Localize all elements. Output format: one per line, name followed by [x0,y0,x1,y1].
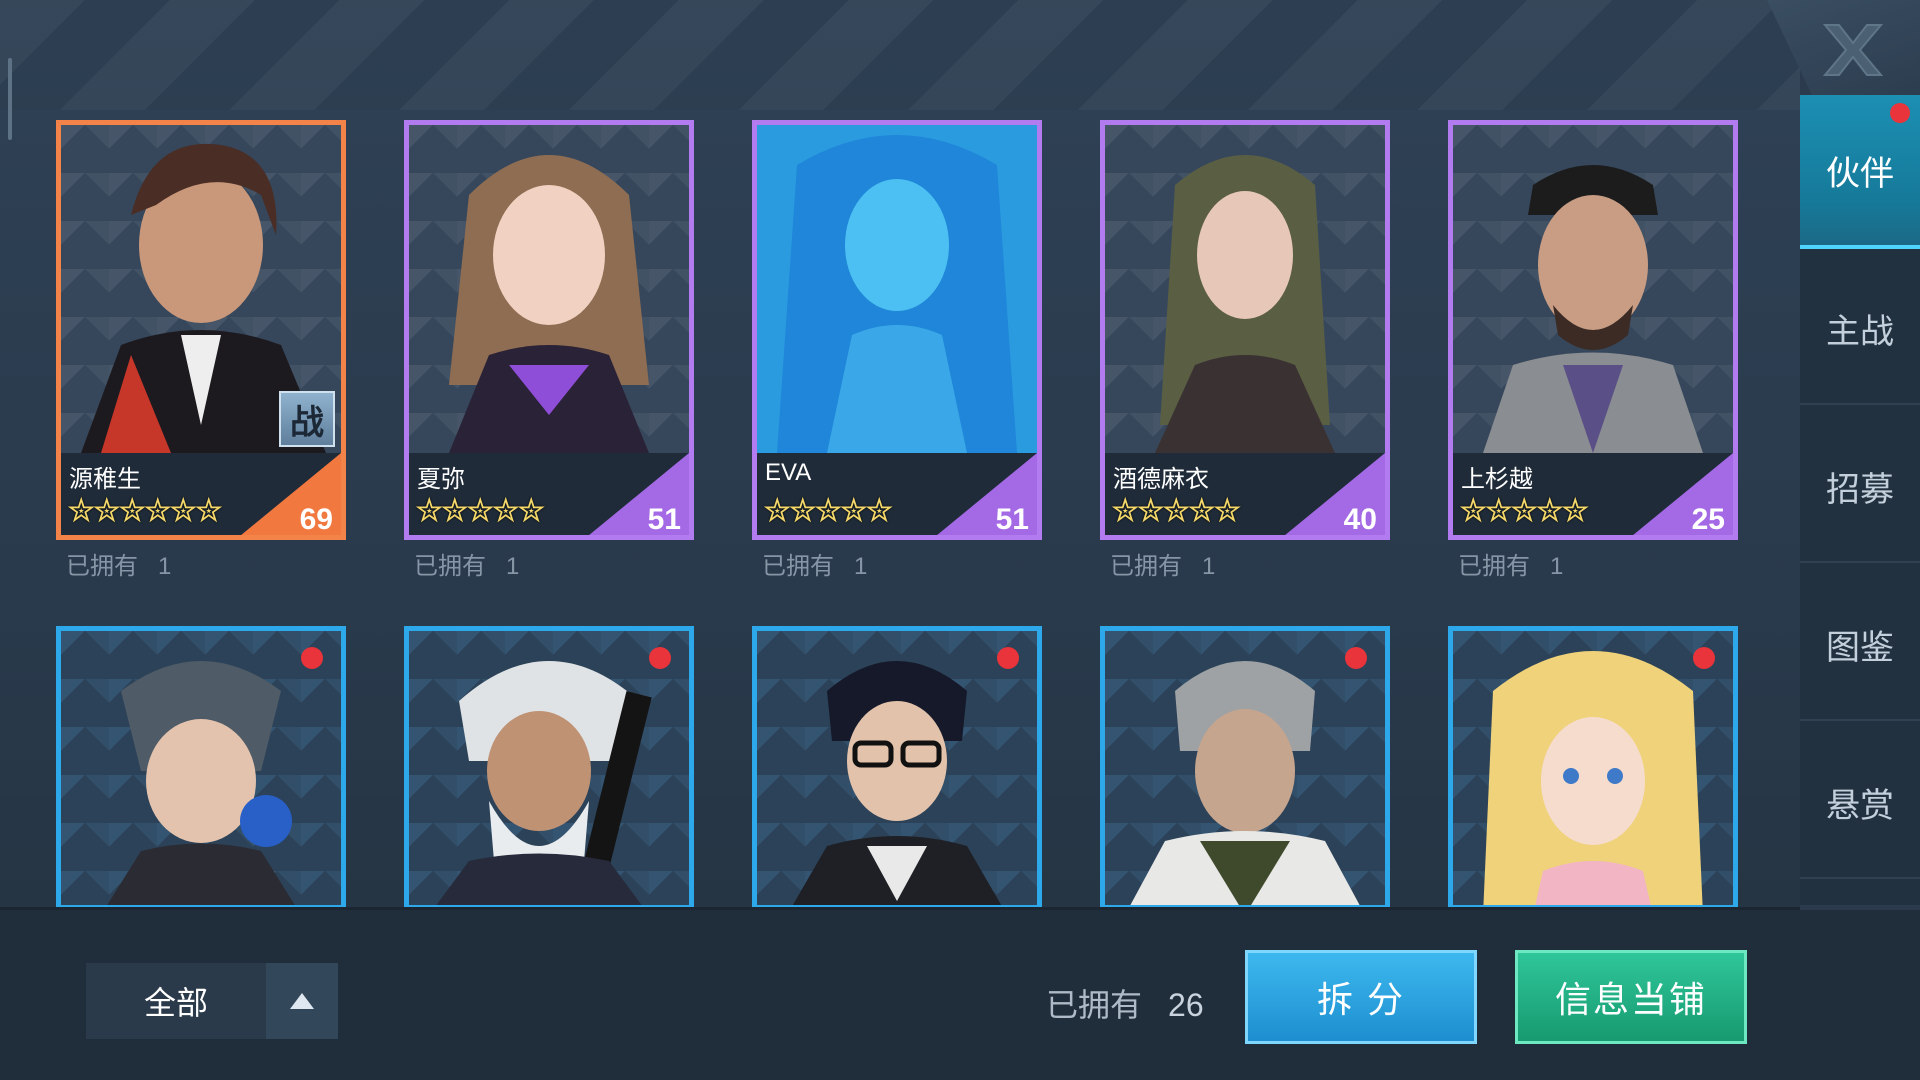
filter-label: 全部 [143,985,208,1021]
notification-dot [1345,647,1367,669]
star-rating: ✮✮✮✮✮✮ [67,492,223,530]
partner-card-1[interactable]: 战 源稚生 ✮✮✮✮✮✮ 69 [56,120,346,540]
character-illustration [1483,165,1703,453]
notification-dot [649,647,671,669]
star-rating: ✮✮✮✮✮ [1111,492,1241,530]
owned-count-1: 已拥有 1 [66,553,172,580]
partner-card-6[interactable] [56,626,346,910]
character-illustration [1155,155,1335,453]
notification-dot [1693,647,1715,669]
close-button[interactable] [1818,18,1888,82]
card-info: EVA ✮✮✮✮✮ 51 [757,453,1037,536]
star-rating: ✮✮✮✮✮ [763,492,893,530]
character-portrait [1105,125,1385,453]
owned-count-4: 已拥有 1 [1110,553,1216,580]
character-name: 源稚生 [69,466,141,493]
character-name: 夏弥 [417,466,465,493]
scroll-indicator[interactable] [8,58,12,140]
owned-count-3: 已拥有 1 [762,553,868,580]
owned-total-count: 26 [1168,987,1204,1023]
character-illustration [792,661,1002,905]
character-portrait [409,125,689,453]
tab-codex[interactable]: 图鉴 [1800,569,1920,721]
sidebar: 伙伴 主战 招募 图鉴 悬赏 [1800,95,1920,905]
close-x-icon [1822,24,1884,76]
tab-bounty-label: 悬赏 [1826,786,1894,825]
partner-card-9[interactable] [1100,626,1390,910]
character-portrait [757,125,1037,453]
character-level: 25 [1691,503,1725,536]
chevron-up-icon[interactable] [266,963,338,1039]
notification-dot [997,647,1019,669]
notification-dot [1890,103,1910,123]
partner-card-7[interactable] [404,626,694,910]
character-illustration [107,661,295,905]
notification-dot [301,647,323,669]
character-name: 酒德麻衣 [1113,466,1209,493]
partner-card-10[interactable] [1448,626,1738,910]
character-level: 51 [995,503,1029,536]
character-portrait [1453,631,1733,905]
character-illustration [777,135,1017,453]
tab-main-battle[interactable]: 主战 [1800,253,1920,405]
character-level: 69 [299,503,333,536]
character-illustration [1483,651,1703,905]
character-illustration [1130,661,1360,905]
tab-codex-label: 图鉴 [1826,628,1894,667]
owned-total-label: 已拥有 [1046,987,1143,1023]
tab-recruit-label: 招募 [1826,470,1894,509]
character-illustration [436,661,652,905]
star-rating: ✮✮✮✮✮ [1459,492,1589,530]
tab-main-battle-label: 主战 [1826,312,1894,351]
card-info: 源稚生 ✮✮✮✮✮✮ 69 [61,453,341,536]
owned-count-2: 已拥有 1 [414,553,520,580]
battle-badge: 战 [279,391,335,447]
partner-card-3[interactable]: EVA ✮✮✮✮✮ 51 [752,120,1042,540]
character-portrait [61,631,341,905]
character-portrait: 战 [61,125,341,453]
character-name: EVA [765,459,812,486]
character-illustration [449,155,649,453]
partner-card-4[interactable]: 酒德麻衣 ✮✮✮✮✮ 40 [1100,120,1390,540]
tab-partner[interactable]: 伙伴 [1800,95,1920,249]
background-stripes [0,0,1800,110]
character-portrait [409,631,689,905]
split-button[interactable]: 拆 分 [1245,950,1477,1044]
character-portrait [757,631,1037,905]
filter-dropdown[interactable]: 全部 [86,963,338,1039]
character-portrait [1453,125,1733,453]
card-info: 酒德麻衣 ✮✮✮✮✮ 40 [1105,453,1385,536]
partner-card-2[interactable]: 夏弥 ✮✮✮✮✮ 51 [404,120,694,540]
owned-total: 已拥有 26 [1046,980,1204,1026]
partner-card-5[interactable]: 上杉越 ✮✮✮✮✮ 25 [1448,120,1738,540]
tab-bounty[interactable]: 悬赏 [1800,727,1920,879]
character-name: 上杉越 [1461,466,1533,493]
star-rating: ✮✮✮✮✮ [415,492,545,530]
tab-partner-label: 伙伴 [1826,154,1894,193]
tab-recruit[interactable]: 招募 [1800,411,1920,563]
info-pawnshop-button[interactable]: 信息当铺 [1515,950,1747,1044]
owned-count-5: 已拥有 1 [1458,553,1564,580]
card-info: 夏弥 ✮✮✮✮✮ 51 [409,453,689,536]
partner-card-8[interactable] [752,626,1042,910]
character-level: 51 [647,503,681,536]
character-level: 40 [1343,503,1377,536]
card-info: 上杉越 ✮✮✮✮✮ 25 [1453,453,1733,536]
character-portrait [1105,631,1385,905]
